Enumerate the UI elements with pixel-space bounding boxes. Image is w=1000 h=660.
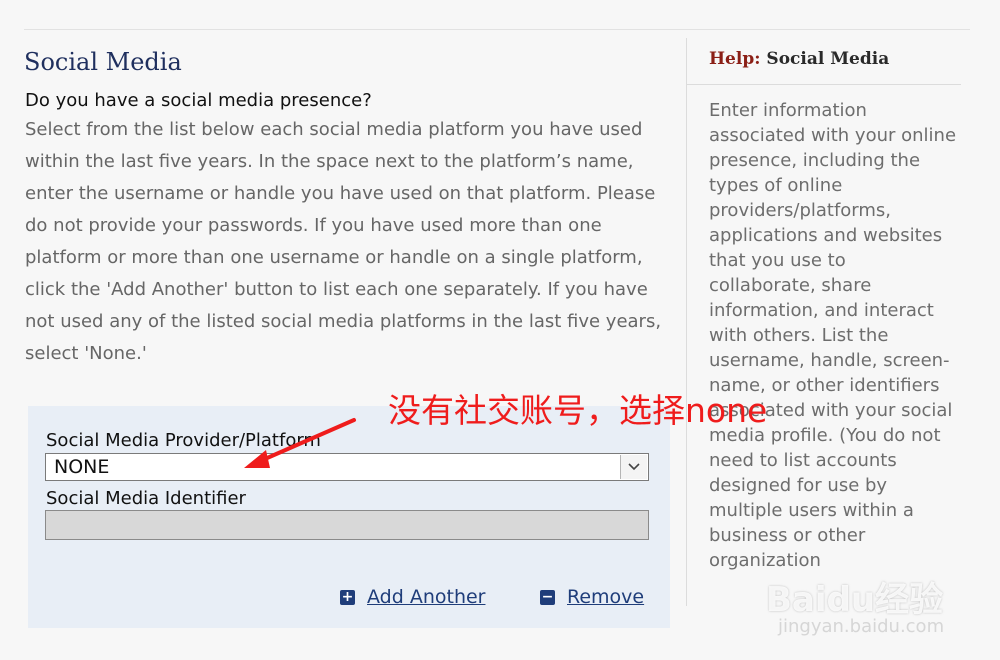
annotation-arrow-icon <box>244 418 356 468</box>
watermark-url: jingyan.baidu.com <box>778 616 945 637</box>
watermark-logo: Baidu经验 <box>766 580 944 620</box>
